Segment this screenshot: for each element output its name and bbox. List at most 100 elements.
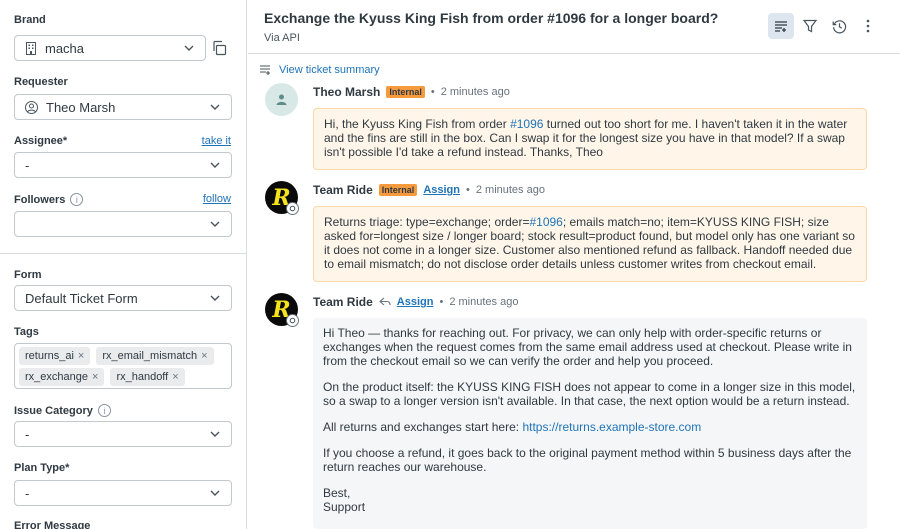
tags-label: Tags (14, 326, 39, 338)
copy-icon[interactable] (210, 39, 228, 57)
timestamp: 2 minutes ago (440, 86, 510, 98)
order-link[interactable]: #1096 (529, 215, 562, 229)
info-icon[interactable]: i (70, 193, 84, 206)
filter-icon (803, 19, 817, 33)
remove-tag-icon[interactable]: × (92, 371, 98, 383)
message-signoff: Best, Support (323, 486, 857, 514)
filter-button[interactable] (797, 13, 823, 39)
chevron-down-icon (184, 45, 194, 51)
more-options-button[interactable] (855, 13, 881, 39)
follow-link[interactable]: follow (203, 193, 231, 205)
requester-label-text: Requester (14, 76, 68, 88)
tags-input[interactable]: returns_ai × rx_email_mismatch × rx_exchan… (14, 343, 232, 389)
ticket-properties-sidebar: Brand macha Requester Theo Marsh Assigne… (0, 0, 247, 529)
assign-link[interactable]: Assign (397, 296, 434, 308)
signoff-text: Best, (323, 486, 351, 500)
ticket-channel: Via API (264, 32, 300, 44)
tag-label: returns_ai (25, 350, 74, 362)
user-circle-icon (25, 100, 38, 114)
remove-tag-icon[interactable]: × (172, 371, 178, 383)
signature-text: Support (323, 500, 366, 514)
message-paragraph: All returns and exchanges start here: ht… (323, 420, 857, 434)
info-icon[interactable]: i (97, 404, 111, 417)
summary-icon (775, 21, 787, 32)
summary-list-icon (260, 65, 270, 75)
tag-item: rx_handoff × (110, 368, 185, 386)
issue-category-select[interactable]: - (14, 421, 232, 447)
timestamp: 2 minutes ago (475, 184, 545, 196)
issue-category-label-text: Issue Category (14, 404, 93, 417)
message-text: Hi, the Kyuss King Fish from order (324, 117, 511, 131)
separator-dot: • (466, 184, 470, 196)
ticket-title: Exchange the Kyuss King Fish from order … (264, 10, 719, 26)
tag-label: rx_handoff (116, 371, 169, 383)
tags-label-text: Tags (14, 326, 39, 338)
form-label: Form (14, 269, 42, 281)
message-meta: Team Ride Internal Assign • 2 minutes ag… (313, 183, 545, 197)
view-ticket-summary-label: View ticket summary (279, 64, 380, 76)
error-message-label-text: Error Message (14, 520, 91, 529)
requester-select[interactable]: Theo Marsh (14, 94, 232, 120)
chevron-down-icon (210, 221, 220, 227)
message-body: Hi Theo — thanks for reaching out. For p… (313, 318, 867, 529)
building-icon (26, 41, 36, 55)
chevron-down-icon (210, 104, 220, 110)
order-link[interactable]: #1096 (510, 117, 543, 131)
brand-label-text: Brand (14, 14, 46, 26)
author-name[interactable]: Theo Marsh (313, 85, 380, 99)
message-meta: Team Ride Assign • 2 minutes ago (313, 295, 518, 309)
assign-link[interactable]: Assign (423, 184, 460, 196)
take-it-link[interactable]: take it (202, 135, 231, 147)
chevron-down-icon (210, 295, 220, 301)
assignee-value: - (25, 157, 30, 173)
plan-type-label: Plan Type* (14, 462, 69, 474)
requester-value: Theo Marsh (46, 99, 116, 115)
message-text: All returns and exchanges start here: (323, 420, 523, 434)
tag-item: returns_ai × (19, 347, 91, 365)
message-body: Returns triage: type=exchange; order=#10… (313, 206, 867, 282)
requester-label: Requester (14, 76, 68, 88)
form-value: Default Ticket Form (25, 290, 138, 306)
author-name[interactable]: Team Ride (313, 183, 373, 197)
avatar[interactable] (265, 83, 298, 116)
returns-link[interactable]: https://returns.example-store.com (522, 420, 701, 434)
user-icon (276, 94, 287, 105)
sidebar-divider (0, 253, 246, 254)
remove-tag-icon[interactable]: × (78, 350, 84, 362)
chevron-down-icon (210, 431, 220, 437)
channel-badge-icon (286, 202, 299, 215)
tag-label: rx_exchange (25, 371, 88, 383)
tag-label: rx_email_mismatch (102, 350, 198, 362)
message-paragraph: Hi Theo — thanks for reaching out. For p… (323, 326, 852, 368)
message-paragraph: If you choose a refund, it goes back to … (323, 446, 852, 474)
more-icon (866, 19, 870, 33)
assignee-label-text: Assignee* (14, 135, 68, 147)
reply-icon (378, 297, 391, 306)
history-button[interactable] (826, 13, 852, 39)
history-icon (832, 19, 846, 33)
brand-label: Brand (14, 14, 46, 26)
separator-dot: • (430, 86, 435, 98)
view-ticket-summary-link[interactable]: View ticket summary (260, 64, 380, 76)
error-message-label: Error Message (14, 520, 90, 529)
assignee-select[interactable]: - (14, 152, 232, 178)
followers-label: Followers i (14, 193, 84, 206)
plan-type-label-text: Plan Type* (14, 462, 70, 474)
message-body: Hi, the Kyuss King Fish from order #1096… (313, 108, 867, 170)
chevron-down-icon (210, 162, 220, 168)
summary-toggle-button[interactable] (768, 13, 794, 39)
brand-select[interactable]: macha (14, 35, 206, 61)
followers-label-text: Followers (14, 193, 66, 206)
plan-type-select[interactable]: - (14, 480, 232, 506)
internal-badge: Internal (378, 184, 418, 196)
message-text: Returns triage: type=exchange; order= (324, 215, 530, 229)
ticket-header: Exchange the Kyuss King Fish from order … (248, 0, 900, 54)
tag-item: rx_email_mismatch × (96, 347, 214, 365)
tag-item: rx_exchange × (19, 368, 105, 386)
remove-tag-icon[interactable]: × (201, 350, 207, 362)
form-select[interactable]: Default Ticket Form (14, 285, 232, 311)
followers-select[interactable] (14, 211, 232, 237)
separator-dot: • (439, 296, 444, 308)
author-name[interactable]: Team Ride (313, 295, 373, 309)
message-paragraph: On the product itself: the KYUSS KING FI… (323, 380, 856, 408)
